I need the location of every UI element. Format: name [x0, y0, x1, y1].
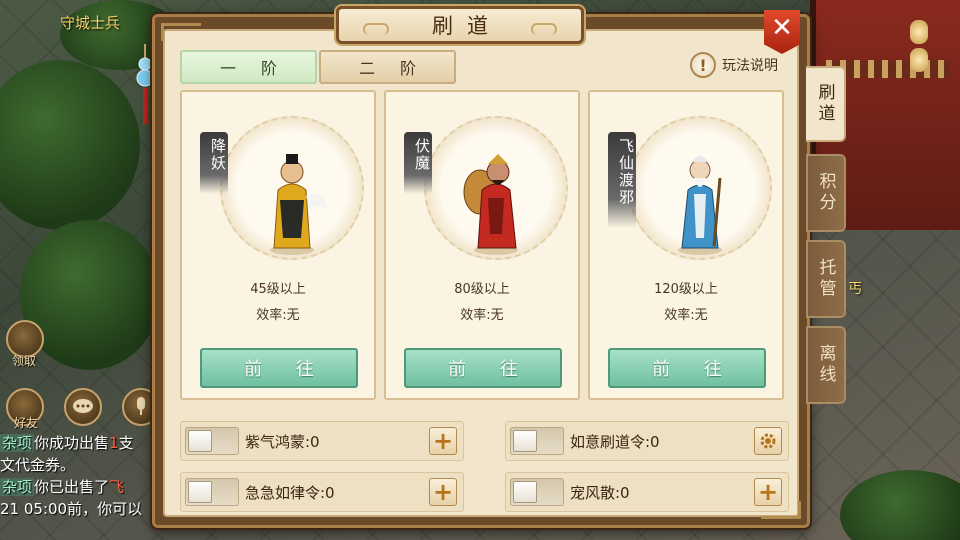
item-toggle[interactable] — [510, 478, 564, 506]
friends-label: 好友 — [14, 416, 39, 430]
level-requirement: 45级以上 — [250, 282, 306, 297]
tab-shuadao[interactable]: 刷道 — [806, 66, 846, 142]
chat-text: 21 05:00前，你可以 — [0, 500, 143, 518]
item-toggle[interactable] — [185, 427, 239, 455]
activity-card-xiangyao: 降妖 45级以上 效率:无 前 往 — [180, 90, 376, 400]
chat-tag: 杂项 — [0, 478, 35, 496]
chat-line: 杂项 你已出售了飞 — [0, 476, 170, 498]
activity-name: 降妖 — [200, 132, 228, 194]
tab-tier-2[interactable]: 二 阶 — [319, 50, 456, 84]
chat-tag: 杂项 — [0, 434, 35, 452]
item-toggle[interactable] — [510, 427, 564, 455]
npc-name-beggar: 丐 — [848, 281, 862, 297]
toggle-knob — [513, 481, 537, 503]
item-name: 宠风散:0 — [570, 484, 630, 502]
level-requirement: 80级以上 — [454, 282, 510, 297]
item-toggle[interactable] — [185, 478, 239, 506]
gear-icon[interactable] — [754, 427, 782, 455]
go-button[interactable]: 前 往 — [608, 348, 766, 388]
chat-text: 支 — [118, 434, 134, 452]
plus-icon[interactable]: + — [429, 427, 457, 455]
tab-points[interactable]: 积分 — [806, 154, 846, 232]
tab-auto[interactable]: 托管 — [806, 240, 846, 318]
item-row-chongfeng: 宠风散:0 + — [505, 472, 789, 512]
chat-line: 杂项 你成功出售1支 — [0, 432, 170, 454]
plus-icon[interactable]: + — [429, 478, 457, 506]
panel-title: 刷道 — [432, 14, 502, 38]
chat-text: 你已出售了 — [34, 478, 110, 496]
item-row-ziqi: 紫气鸿蒙:0 + — [180, 421, 464, 461]
toggle-knob — [188, 481, 212, 503]
panel-title-plate: 刷道 — [336, 6, 584, 44]
tree — [0, 60, 140, 230]
plus-icon[interactable]: + — [754, 478, 782, 506]
toggle-knob — [513, 430, 537, 452]
close-icon: ✕ — [771, 13, 793, 43]
chat-highlight: 飞 — [109, 478, 125, 496]
toggle-knob — [188, 430, 212, 452]
efficiency-text: 效率:无 — [664, 308, 708, 323]
item-row-ruyi: 如意刷道令:0 — [505, 421, 789, 461]
efficiency-text: 效率:无 — [256, 308, 300, 323]
item-row-jiji: 急急如律令:0 + — [180, 472, 464, 512]
lantern — [910, 48, 928, 72]
item-name: 急急如律令:0 — [245, 484, 335, 502]
chat-text: 文代金券。 — [0, 456, 76, 474]
efficiency-text: 效率:无 — [460, 308, 504, 323]
chat-text: 你成功出售 — [34, 434, 110, 452]
tab-tier-1[interactable]: 一 阶 — [180, 50, 317, 84]
exclamation-icon: ! — [690, 52, 716, 78]
claim-label: 领取 — [12, 354, 37, 368]
chat-line: 文代金券。 — [0, 454, 170, 476]
item-name: 紫气鸿蒙:0 — [245, 433, 320, 451]
activity-card-feixian: 飞仙渡邪 120级以上 效率:无 前 往 — [588, 90, 784, 400]
go-button[interactable]: 前 往 — [404, 348, 562, 388]
panel-corner-ornament — [161, 23, 201, 41]
character-portrait — [662, 138, 738, 256]
chat-log: 杂项 你成功出售1支 文代金券。 杂项 你已出售了飞 21 05:00前，你可以 — [0, 432, 170, 520]
activity-name: 伏魔 — [404, 132, 432, 194]
npc-name-label: 守城士兵 — [60, 14, 121, 32]
rules-button[interactable]: ! 玩法说明 — [690, 52, 778, 78]
activity-card-fumo: 伏魔 80级以上 效率:无 前 往 — [384, 90, 580, 400]
cloud-ornament-icon — [531, 23, 557, 35]
tree — [840, 470, 960, 540]
go-button[interactable]: 前 往 — [200, 348, 358, 388]
lantern — [910, 20, 928, 44]
character-portrait — [458, 138, 534, 256]
item-name: 如意刷道令:0 — [570, 433, 660, 451]
tab-offline[interactable]: 离线 — [806, 326, 846, 404]
level-requirement: 120级以上 — [654, 282, 718, 297]
chat-bubble-icon[interactable] — [64, 388, 102, 426]
chat-line: 21 05:00前，你可以 — [0, 498, 170, 520]
chat-highlight: 1 — [109, 434, 119, 452]
activity-name: 飞仙渡邪 — [608, 132, 636, 228]
cloud-ornament-icon — [363, 23, 389, 35]
character-portrait — [254, 138, 330, 256]
rules-label: 玩法说明 — [722, 58, 778, 74]
